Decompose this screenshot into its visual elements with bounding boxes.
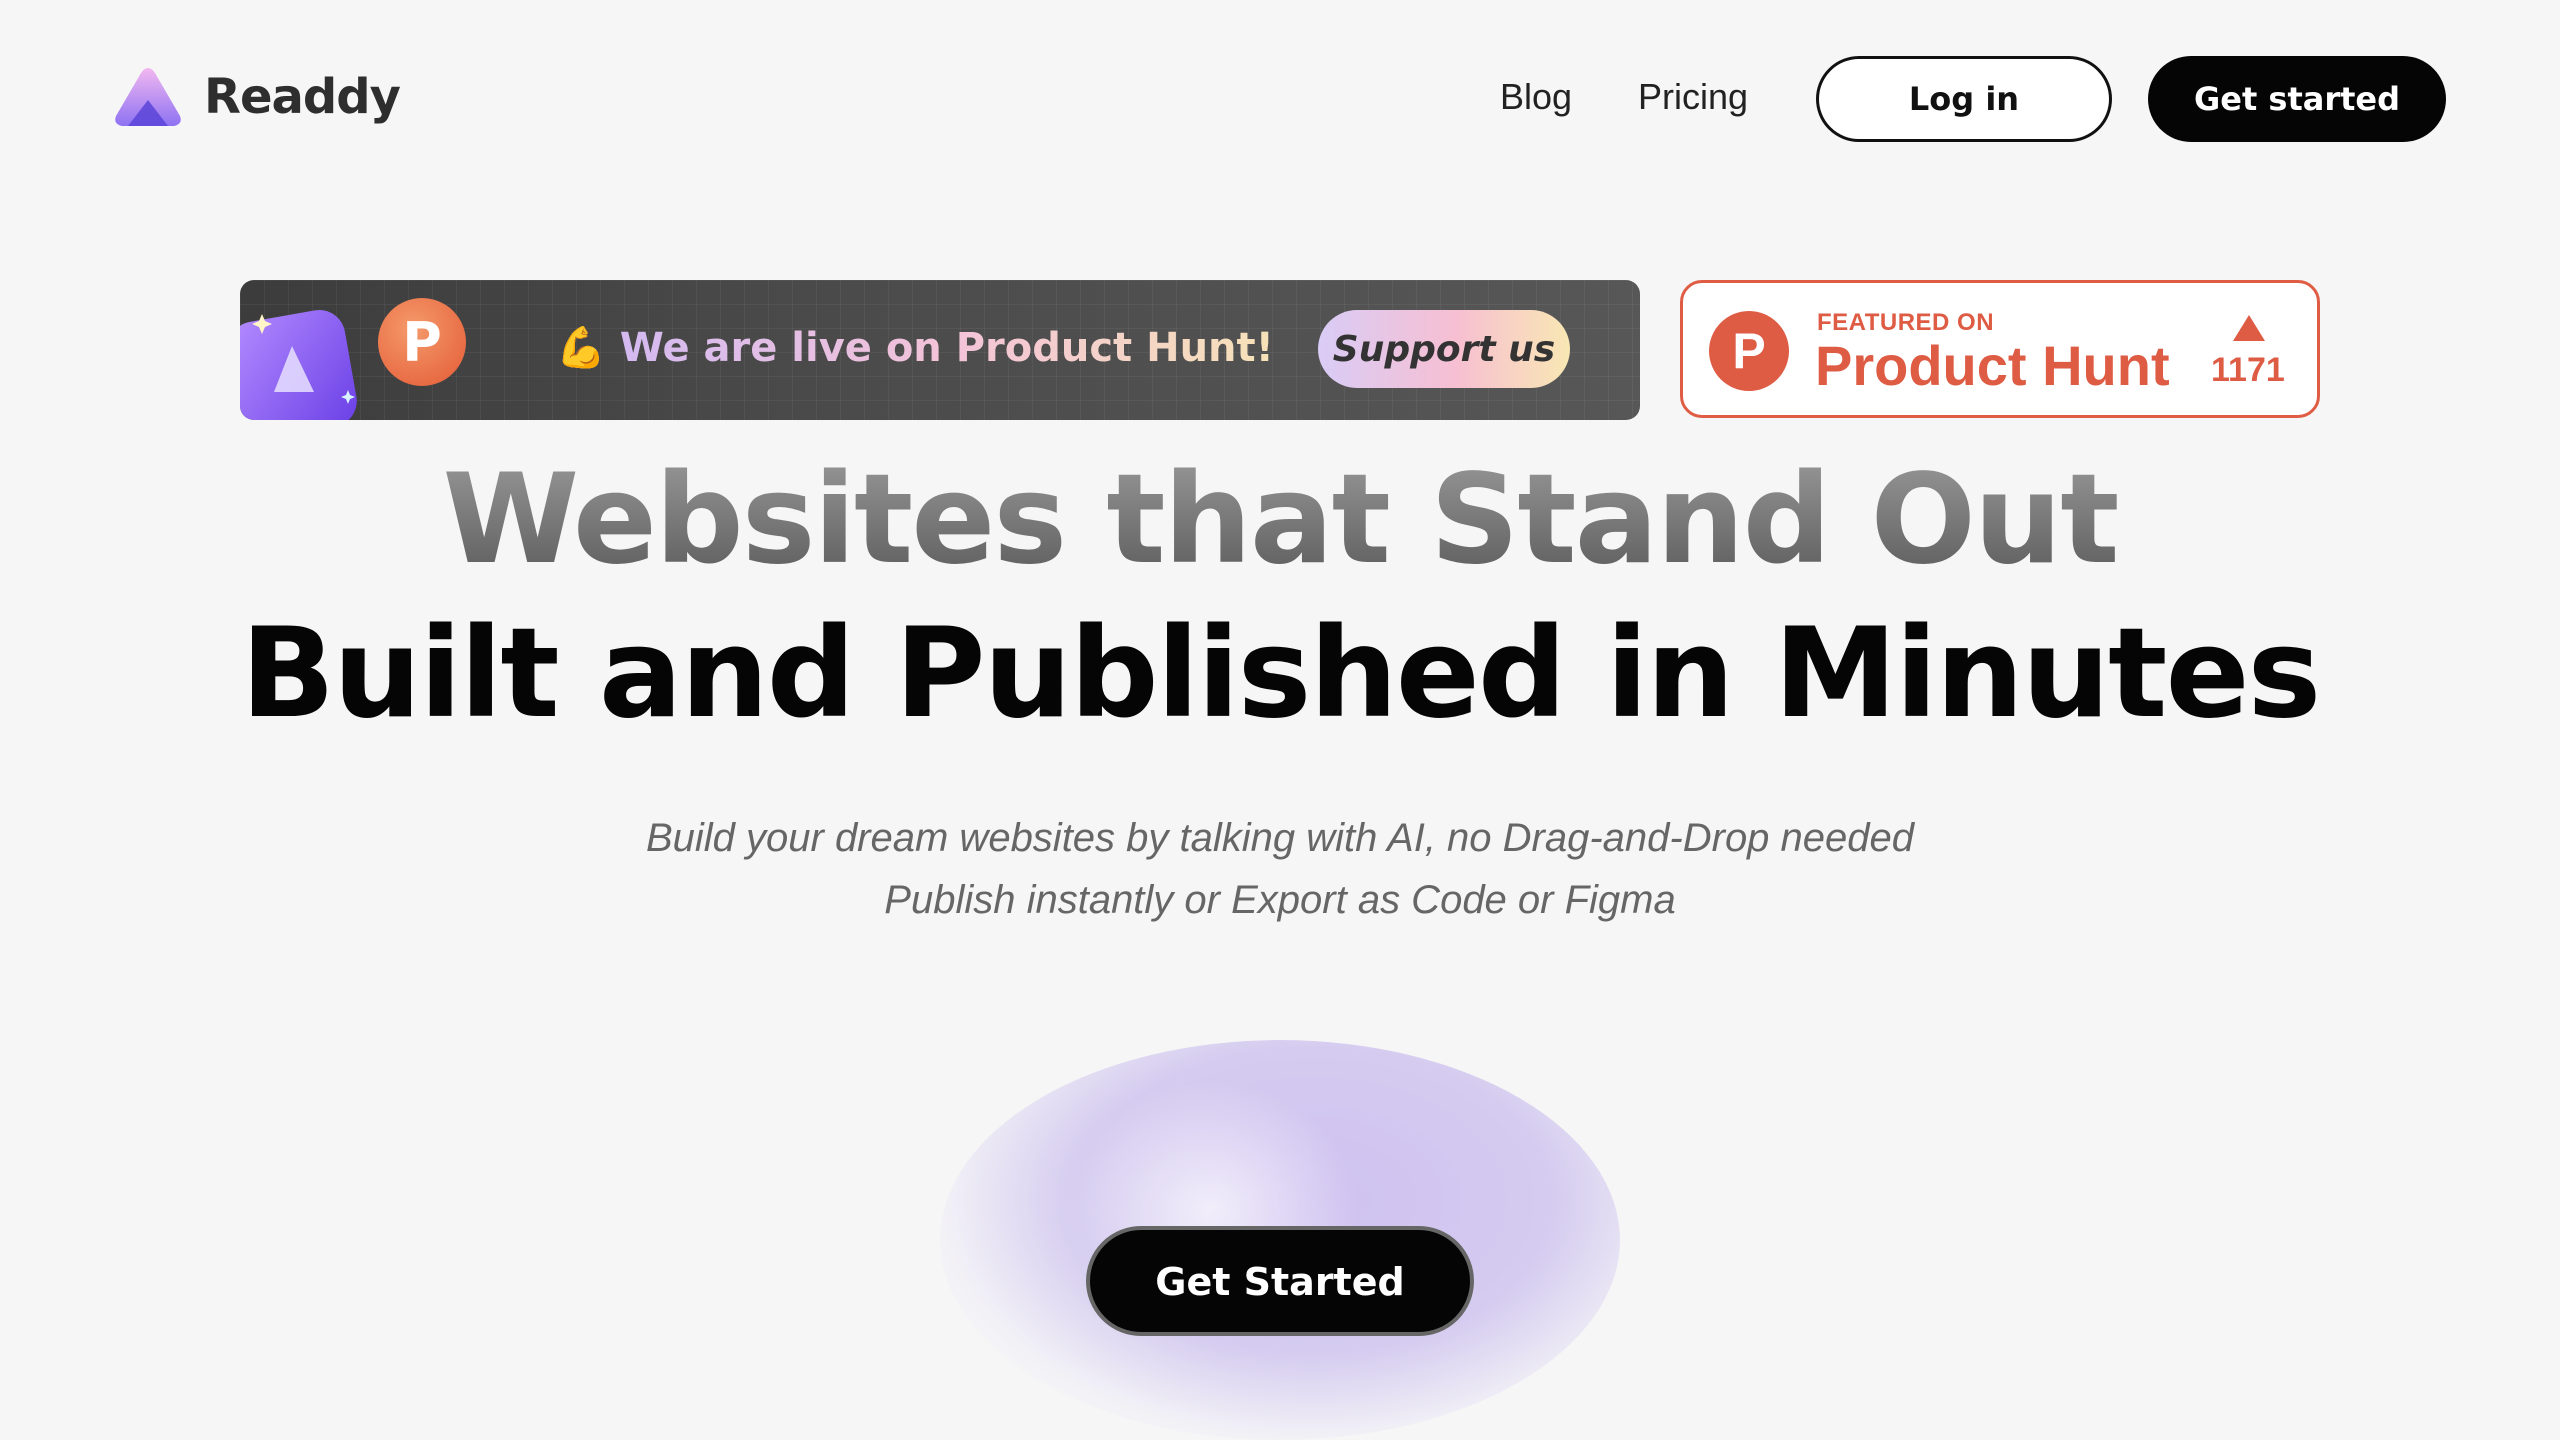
get-started-button[interactable]: Get started bbox=[2148, 56, 2446, 142]
readdy-app-icon bbox=[240, 310, 357, 420]
nav-link-pricing[interactable]: Pricing bbox=[1638, 76, 1748, 118]
hero-get-started-button[interactable]: Get Started bbox=[1086, 1226, 1474, 1336]
product-hunt-live-banner[interactable]: P 💪 We are live on Product Hunt! Support… bbox=[240, 280, 1640, 420]
brand-name: Readdy bbox=[204, 69, 401, 125]
hero-subtitle-line2: Publish instantly or Export as Code or F… bbox=[884, 878, 1676, 922]
nav-link-blog[interactable]: Blog bbox=[1500, 76, 1572, 118]
live-banner-message: We are live on Product Hunt! bbox=[619, 325, 1274, 371]
upvote-arrow-icon bbox=[2233, 315, 2265, 341]
product-hunt-p-icon: P bbox=[1709, 311, 1789, 391]
upvote-count: 1171 bbox=[2211, 351, 2285, 389]
flexed-biceps-icon: 💪 bbox=[556, 325, 606, 371]
login-button[interactable]: Log in bbox=[1816, 56, 2112, 142]
hero-headline-line2: Built and Published in Minutes bbox=[240, 602, 2322, 746]
product-hunt-featured-badge[interactable]: P FEATURED ON Product Hunt 1171 bbox=[1680, 280, 2320, 418]
brand-logo[interactable]: Readdy bbox=[112, 64, 401, 130]
product-hunt-name: Product Hunt bbox=[1815, 334, 2170, 397]
live-banner-text: 💪 We are live on Product Hunt! bbox=[556, 324, 1274, 371]
product-hunt-logo-icon: P bbox=[378, 298, 466, 386]
readdy-logo-icon bbox=[115, 68, 181, 126]
hero-headline-line1: Websites that Stand Out bbox=[0, 448, 2560, 592]
hero-subtitle-line1: Build your dream websites by talking wit… bbox=[645, 816, 1915, 860]
support-us-button[interactable]: Support us bbox=[1318, 310, 1570, 388]
